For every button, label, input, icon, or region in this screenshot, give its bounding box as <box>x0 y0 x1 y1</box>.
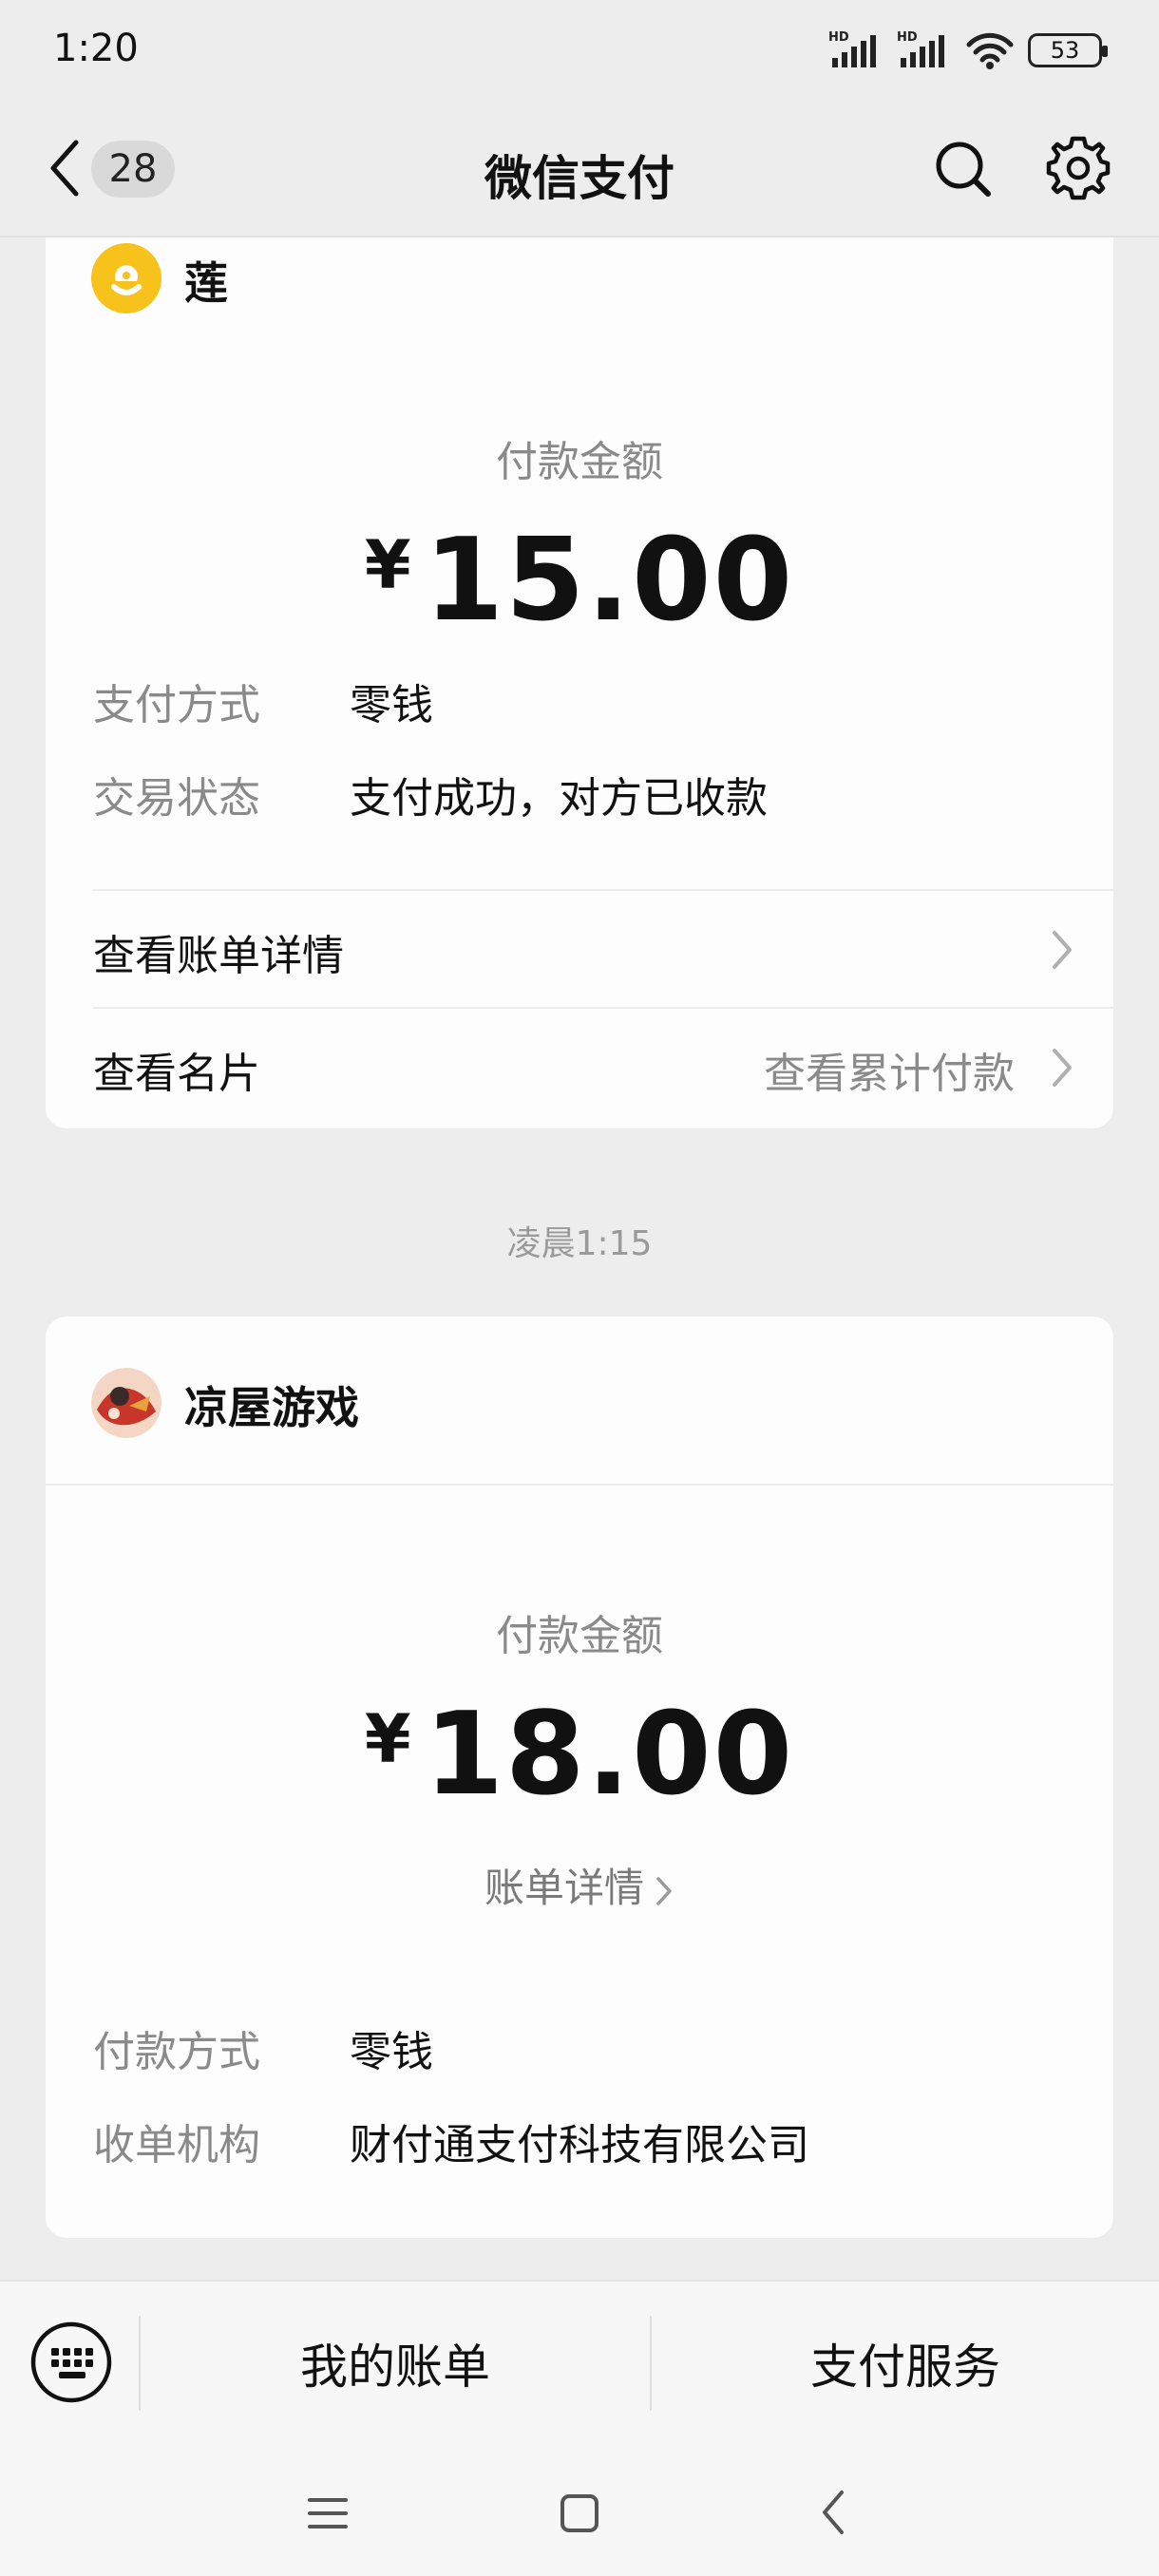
cellular-signal-icon: HD <box>828 30 876 67</box>
bill-detail-link[interactable]: 账单详情 <box>46 1856 1113 1914</box>
signal-label-2: HD <box>897 30 918 45</box>
amount-display: ¥18.00 <box>46 1689 1113 1821</box>
detail-value: 零钱 <box>350 2028 433 2076</box>
detail-label: 付款方式 <box>93 2028 260 2076</box>
detail-label: 交易状态 <box>93 774 260 823</box>
merchant-name[interactable]: 凉屋游戏 <box>184 1373 359 1436</box>
payment-card-game: 凉屋游戏 付款金额 ¥18.00 账单详情 付款方式 零钱 收单机构 财付通支付… <box>46 1316 1113 2238</box>
search-icon[interactable] <box>931 137 994 199</box>
currency-symbol: ¥ <box>364 1700 411 1778</box>
view-bill-detail-row[interactable]: 查看账单详情 <box>46 891 1113 1005</box>
keyboard-icon[interactable] <box>28 2320 114 2405</box>
signal-label-1: HD <box>828 30 849 45</box>
home-icon[interactable] <box>559 2492 600 2534</box>
gear-icon[interactable] <box>1045 135 1112 201</box>
amount-label: 付款金额 <box>496 1612 663 1660</box>
battery-icon: 53 <box>1028 33 1108 67</box>
payment-services-button[interactable]: 支付服务 <box>652 2329 1159 2397</box>
system-nav-bar <box>0 2451 1159 2576</box>
currency-symbol: ¥ <box>364 526 411 604</box>
detail-label: 支付方式 <box>93 681 260 729</box>
amount-value: 15.00 <box>424 515 795 647</box>
nav-back-icon[interactable] <box>819 2487 847 2538</box>
payment-card-lian: 莲 付款金额 ¥15.00 支付方式 零钱 交易状态 支付成功，对方已收款 查看… <box>46 237 1113 1128</box>
merchant-name[interactable]: 莲 <box>184 249 228 312</box>
detail-value: 零钱 <box>350 681 433 729</box>
bill-detail-label: 账单详情 <box>484 1865 644 1911</box>
bottom-menu-bar: 我的账单 支付服务 <box>0 2280 1159 2451</box>
amount-value: 18.00 <box>424 1689 795 1821</box>
view-business-card-row[interactable]: 查看名片 查看累计付款 <box>46 1009 1113 1123</box>
status-time: 1:20 <box>53 27 139 70</box>
merchant-avatar[interactable] <box>91 1368 162 1438</box>
detail-label: 收单机构 <box>93 2121 260 2169</box>
merchant-avatar[interactable] <box>91 243 162 313</box>
card-header-divider <box>46 1484 1113 1486</box>
chevron-right-icon <box>1053 931 1072 969</box>
cellular-signal-2-icon: HD <box>897 30 944 67</box>
chevron-right-icon <box>656 1876 672 1905</box>
detail-value: 财付通支付科技有限公司 <box>350 2121 809 2169</box>
message-timestamp: 凌晨1:15 <box>506 1224 653 1263</box>
amount-display: ¥15.00 <box>46 515 1113 647</box>
view-cumulative-payments-link[interactable]: 查看累计付款 <box>764 1039 1015 1100</box>
view-business-card-label: 查看名片 <box>93 1050 260 1098</box>
status-bar: 1:20 HD HD 53 <box>0 0 1159 104</box>
view-bill-detail-label: 查看账单详情 <box>93 932 344 980</box>
status-icons: HD HD 53 <box>828 27 1108 74</box>
recent-apps-icon[interactable] <box>306 2494 350 2532</box>
wifi-icon <box>966 32 1014 69</box>
chevron-right-icon <box>1053 1049 1072 1087</box>
detail-value: 支付成功，对方已收款 <box>350 774 768 823</box>
amount-label: 付款金额 <box>496 438 663 486</box>
game-logo-icon <box>91 1368 162 1438</box>
battery-level: 53 <box>1050 37 1080 64</box>
my-bills-button[interactable]: 我的账单 <box>141 2329 650 2397</box>
coin-face-icon <box>104 256 149 301</box>
